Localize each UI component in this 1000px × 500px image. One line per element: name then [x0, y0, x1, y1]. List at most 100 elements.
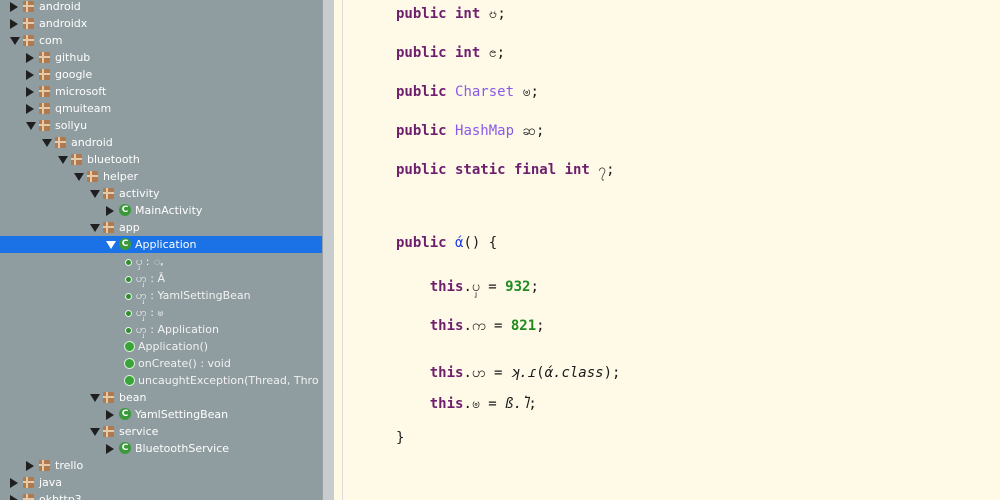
collapse-arrow-icon[interactable]: [10, 19, 18, 29]
tree-row-package[interactable]: service: [0, 423, 322, 440]
package-icon: [23, 477, 34, 488]
package-icon: [87, 171, 98, 182]
collapse-arrow-icon[interactable]: [10, 495, 18, 500]
tree-row-label: okhttp3: [39, 493, 82, 500]
package-icon: [39, 52, 50, 63]
code-editor[interactable]: public int ၓ; public int ၔ; public Charset…: [343, 0, 1000, 500]
code-token: this: [396, 396, 464, 412]
method-icon: [124, 358, 135, 369]
expand-arrow-icon[interactable]: [42, 139, 52, 147]
collapse-arrow-icon[interactable]: [26, 104, 34, 114]
tree-row-label: bluetooth: [87, 153, 140, 166]
collapse-arrow-icon[interactable]: [26, 53, 34, 63]
package-icon: [39, 460, 50, 471]
collapse-arrow-icon[interactable]: [26, 461, 34, 471]
collapse-arrow-icon[interactable]: [26, 70, 34, 80]
expand-arrow-icon[interactable]: [90, 224, 100, 232]
collapse-arrow-icon[interactable]: [106, 206, 114, 216]
tree-row-field[interactable]: ၦ : ꩻ: [0, 253, 322, 270]
tree-row-package[interactable]: sollyu: [0, 117, 322, 134]
tree-row-label: app: [119, 221, 140, 234]
expand-arrow-icon[interactable]: [74, 173, 84, 181]
tree-row-package[interactable]: android: [0, 0, 322, 15]
code-token: .ၦ =: [463, 279, 506, 295]
expand-arrow-icon[interactable]: [10, 37, 20, 45]
tree-row-label: github: [55, 51, 91, 64]
tree-row-label: ၯ : Application: [136, 323, 219, 336]
expand-arrow-icon[interactable]: [106, 241, 116, 249]
class-icon: C: [119, 408, 131, 420]
tree-row-label: android: [39, 0, 81, 13]
tree-row-label: MainActivity: [135, 204, 203, 217]
tree-row-package[interactable]: google: [0, 66, 322, 83]
code-line: this.ၑ = ß.Ⴈ;: [396, 394, 537, 414]
class-icon: C: [119, 204, 131, 216]
tree-row-method[interactable]: uncaughtException(Thread, Thro: [0, 372, 322, 389]
tree-row-class[interactable]: C BluetoothService: [0, 440, 322, 457]
package-icon: [39, 69, 50, 80]
tree-row-label: trello: [55, 459, 84, 472]
code-token: ß.Ⴈ: [505, 396, 529, 412]
tree-row-class[interactable]: C YamlSettingBean: [0, 406, 322, 423]
expand-arrow-icon[interactable]: [90, 190, 100, 198]
expand-arrow-icon[interactable]: [90, 428, 100, 436]
code-token: ၑ;: [514, 84, 539, 100]
collapse-arrow-icon[interactable]: [106, 444, 114, 454]
tree-row-label: service: [119, 425, 159, 438]
tree-row-field[interactable]: ၯ : Application: [0, 321, 322, 338]
tree-row-package[interactable]: microsoft: [0, 83, 322, 100]
package-icon: [39, 86, 50, 97]
package-icon: [103, 426, 114, 437]
tree-row-label: BluetoothService: [135, 442, 230, 455]
tree-row-package[interactable]: activity: [0, 185, 322, 202]
tree-row-field[interactable]: ၯ : YamlSettingBean: [0, 287, 322, 304]
tree-row-package[interactable]: android: [0, 134, 322, 151]
collapse-arrow-icon[interactable]: [26, 87, 34, 97]
tree-row-package[interactable]: helper: [0, 168, 322, 185]
tree-row-package[interactable]: okhttp3: [0, 491, 322, 500]
method-icon: [124, 341, 135, 352]
tree-row-class[interactable]: C Application: [0, 236, 322, 253]
tree-row-field[interactable]: ၯ : ၑ: [0, 304, 322, 321]
code-token: () {: [463, 235, 498, 251]
expand-arrow-icon[interactable]: [58, 156, 68, 164]
code-token: public: [396, 123, 456, 139]
collapse-arrow-icon[interactable]: [106, 410, 114, 420]
tree-row-label: ၦ : ꩻ: [136, 255, 164, 268]
tree-row-label: android: [71, 136, 113, 149]
code-token: (: [536, 365, 545, 381]
tree-row-label: YamlSettingBean: [135, 408, 229, 421]
tree-row-package[interactable]: github: [0, 49, 322, 66]
code-token: ;: [528, 396, 537, 412]
code-token: 821: [510, 318, 537, 334]
tree-row-package[interactable]: bluetooth: [0, 151, 322, 168]
tree-row-package[interactable]: com: [0, 32, 322, 49]
tree-row-field[interactable]: ၯ : Ā: [0, 270, 322, 287]
package-icon: [55, 137, 66, 148]
tree-row-package[interactable]: java: [0, 474, 322, 491]
tree-row-method[interactable]: onCreate() : void: [0, 355, 322, 372]
expand-arrow-icon[interactable]: [26, 122, 36, 130]
field-icon: [125, 293, 132, 300]
package-icon: [103, 222, 114, 233]
tree-row-class[interactable]: C MainActivity: [0, 202, 322, 219]
tree-row-label: sollyu: [55, 119, 88, 132]
tree-row-package[interactable]: app: [0, 219, 322, 236]
collapse-arrow-icon[interactable]: [10, 2, 18, 12]
tree-row-package[interactable]: qmuiteam: [0, 100, 322, 117]
field-icon: [125, 327, 132, 334]
tree-row-package[interactable]: androidx: [0, 15, 322, 32]
tree-row-package[interactable]: trello: [0, 457, 322, 474]
code-token: Charset: [455, 84, 515, 100]
package-icon: [71, 154, 82, 165]
collapse-arrow-icon[interactable]: [10, 478, 18, 488]
field-icon: [125, 259, 132, 266]
tree-row-label: ၯ : Ā: [136, 272, 165, 285]
code-token: ;: [497, 6, 506, 22]
tree-row-package[interactable]: bean: [0, 389, 322, 406]
tree-row-method[interactable]: Application(): [0, 338, 322, 355]
code-token: public: [396, 84, 456, 100]
expand-arrow-icon[interactable]: [90, 394, 100, 402]
package-icon: [23, 494, 34, 500]
code-token: 932: [505, 279, 531, 295]
